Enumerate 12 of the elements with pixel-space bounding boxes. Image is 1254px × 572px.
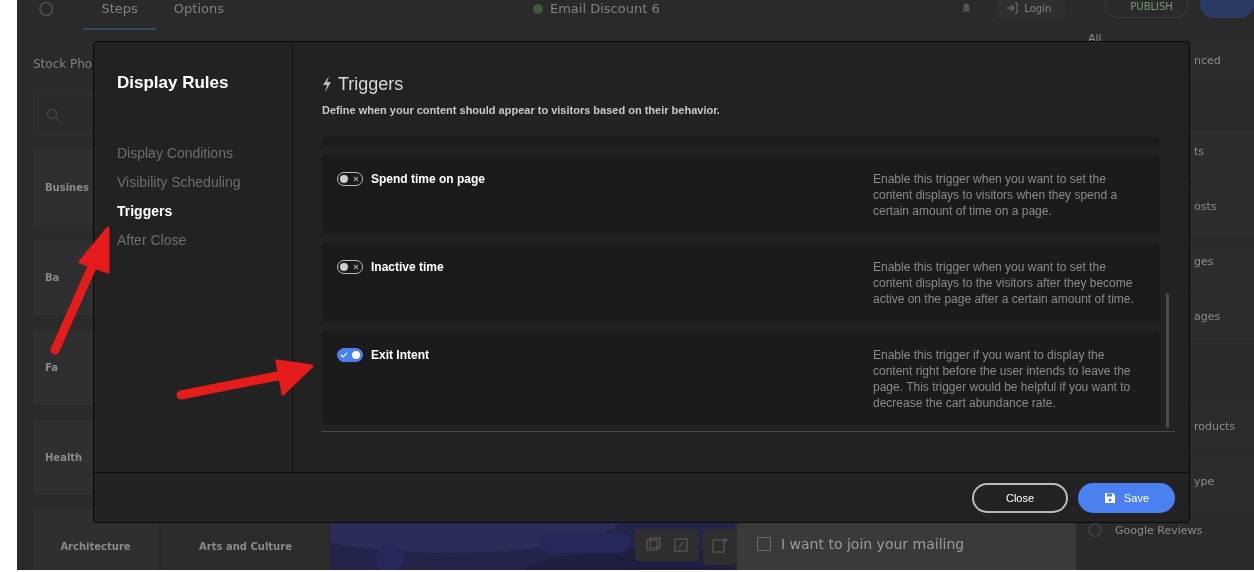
trigger-name: Inactive time: [371, 260, 444, 274]
section-description: Define when your content should appear to visitors based on their behavior.: [322, 104, 721, 116]
section-title: Triggers: [338, 73, 404, 95]
trigger-description: Enable this trigger when you want to set the content displays to the visitors after they become active on the page after a certain amount of time.: [873, 259, 1135, 307]
trigger-name: Exit Intent: [371, 348, 429, 362]
panel-heading: Stock Pho: [33, 57, 94, 73]
checkbox-label: I want to join your mailing: [781, 535, 965, 552]
trigger-name: Spend time on page: [371, 172, 485, 186]
trigger-description: Enable this trigger if you want to display the content right before the user intends to leave the page. This trigger would be helpful if you want to decrease the cart abundance rate.: [873, 347, 1132, 411]
dialog-title: Display Rules: [117, 73, 230, 93]
trigger-description: Enable this trigger when you want to set the content displays to visitors when they spend a certain amount of time on a page.: [873, 171, 1119, 219]
document-title: Email Discount 6: [550, 1, 660, 16]
